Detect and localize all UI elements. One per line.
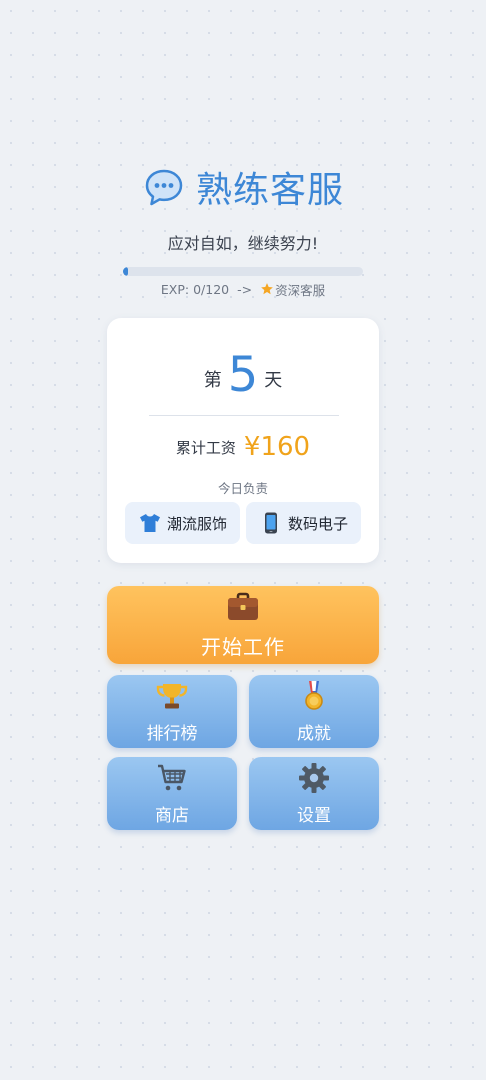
day-number: 5 [227, 347, 259, 403]
duty-list: 潮流服饰 数码电子 [125, 502, 361, 544]
duty-chip-label: 潮流服饰 [166, 514, 227, 533]
tshirt-icon [139, 514, 160, 532]
achievements-button[interactable]: 成就 [249, 675, 379, 748]
exp-arrow: -> [237, 281, 253, 297]
shopping-cart-icon [158, 764, 186, 791]
speech-bubble-icon [145, 169, 183, 206]
shop-label: 商店 [155, 806, 189, 826]
salary-label: 累计工资 [175, 438, 236, 457]
exp-progress-bar [123, 267, 363, 276]
gear-icon [299, 763, 329, 793]
rank-title-row: 熟练客服 [0, 162, 486, 212]
status-card: 第 5 天 累计工资 ¥160 今日负责 潮流服饰 数码电子 [107, 318, 379, 563]
salary-value: ¥160 [243, 432, 311, 462]
duty-label: 今日负责 [217, 481, 268, 496]
duty-chip-fashion: 潮流服饰 [125, 502, 240, 544]
achievements-label: 成就 [297, 724, 331, 744]
medal-icon [305, 681, 323, 710]
rank-subtitle: 应对自如，继续努力! [167, 234, 319, 253]
duty-chip-electronics: 数码电子 [246, 502, 361, 544]
shop-button[interactable]: 商店 [107, 757, 237, 830]
leaderboard-label: 排行榜 [146, 724, 198, 744]
card-divider [149, 415, 339, 416]
star-icon [261, 283, 273, 295]
next-rank-label: 资深客服 [275, 282, 326, 298]
exp-progress-fill [123, 267, 128, 276]
rank-title: 熟练客服 [195, 170, 344, 211]
smartphone-icon [264, 512, 277, 534]
settings-button[interactable]: 设置 [249, 757, 379, 830]
start-work-label: 开始工作 [201, 634, 285, 659]
day-prefix: 第 [203, 370, 222, 391]
exp-text: EXP: 0/120 [160, 281, 230, 297]
trophy-icon [156, 684, 188, 709]
day-counter: 第 5 天 [107, 346, 379, 400]
exp-info-row: EXP: 0/120 -> 资深客服 [0, 280, 486, 298]
day-suffix: 天 [264, 370, 283, 391]
briefcase-icon [228, 592, 258, 620]
menu-grid: 排行榜 成就 商店 设置 [107, 675, 379, 830]
duty-chip-label: 数码电子 [287, 514, 348, 533]
settings-label: 设置 [297, 806, 331, 826]
salary-row: 累计工资 ¥160 [107, 430, 379, 464]
leaderboard-button[interactable]: 排行榜 [107, 675, 237, 748]
next-rank: 资深客服 [260, 280, 325, 299]
start-work-button[interactable]: 开始工作 [107, 586, 379, 664]
